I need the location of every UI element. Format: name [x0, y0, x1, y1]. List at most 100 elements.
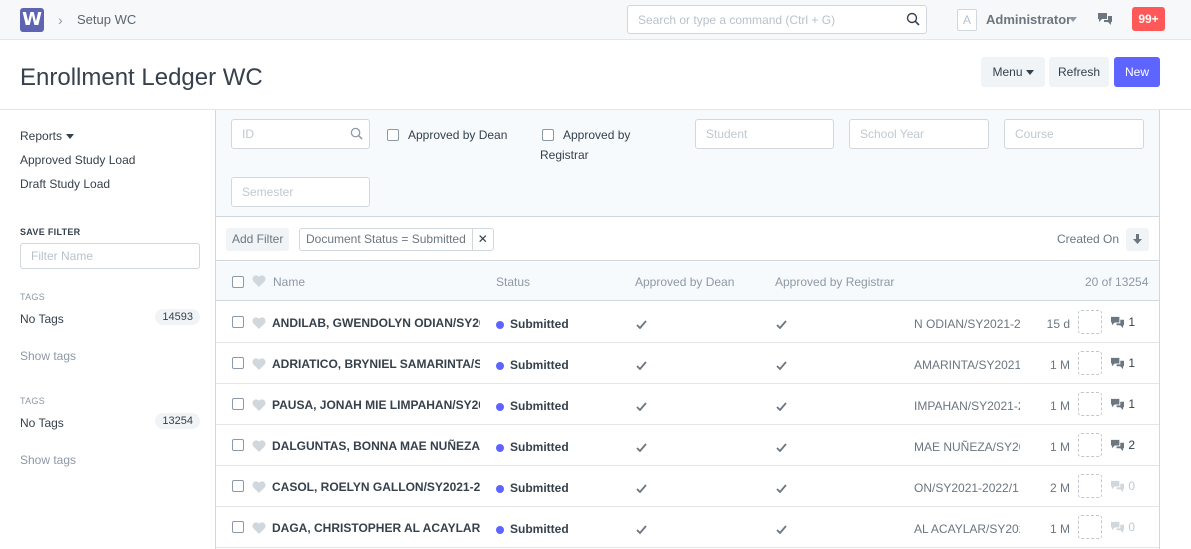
- row-name[interactable]: CASOL, ROELYN GALLON/SY2021-2022/1: [272, 480, 480, 494]
- column-header-name[interactable]: Name: [273, 275, 305, 289]
- status-badge: Submitted: [496, 522, 569, 536]
- show-tags-link[interactable]: Show tags: [20, 453, 76, 467]
- comment-icon: [1111, 481, 1124, 493]
- check-icon: [636, 441, 647, 455]
- heart-icon[interactable]: [252, 358, 266, 373]
- caret-down-icon: [66, 134, 75, 140]
- status-dot-icon: [496, 402, 504, 411]
- approved-dean-checkbox[interactable]: [387, 129, 399, 141]
- approved-registrar-checkbox[interactable]: [542, 129, 554, 141]
- show-tags-link[interactable]: Show tags: [20, 349, 76, 363]
- reports-dropdown[interactable]: Reports: [20, 129, 75, 143]
- comment-count-value: 1: [1128, 315, 1136, 329]
- check-icon: [776, 482, 787, 496]
- tag-count: 14593: [155, 309, 200, 325]
- check-icon: [636, 523, 647, 537]
- caret-down-icon: [1025, 70, 1034, 76]
- select-all-checkbox[interactable]: [232, 276, 244, 288]
- app-logo[interactable]: W: [20, 8, 44, 32]
- row-title: IMPAHAN/SY2021-2022/1: [914, 399, 1020, 413]
- menu-button[interactable]: Menu: [981, 57, 1045, 87]
- comment-count[interactable]: 0: [1110, 479, 1135, 493]
- close-icon[interactable]: ✕: [473, 229, 493, 250]
- table-row[interactable]: DAGA, CHRISTOPHER AL ACAYLAR/SY2021-2022…: [216, 507, 1159, 548]
- row-name[interactable]: ANDILAB, GWENDOLYN ODIAN/SY2021-2022/1: [272, 316, 480, 330]
- column-header-approved-dean[interactable]: Approved by Dean: [635, 275, 734, 289]
- column-header-approved-registrar[interactable]: Approved by Registrar: [775, 275, 894, 289]
- row-checkbox[interactable]: [232, 357, 244, 369]
- check-icon: [776, 523, 787, 537]
- column-header-status[interactable]: Status: [496, 275, 530, 289]
- assigned-avatar: [1078, 310, 1102, 334]
- tag-name: No Tags: [20, 416, 64, 430]
- tag-row[interactable]: No Tags 13254: [20, 413, 200, 430]
- user-menu[interactable]: Administrator: [986, 12, 1071, 27]
- breadcrumb[interactable]: Setup WC: [77, 12, 136, 27]
- arrow-down-icon: [1133, 234, 1142, 244]
- heart-icon[interactable]: [252, 440, 266, 455]
- comment-count[interactable]: 1: [1110, 356, 1135, 370]
- tags-label: TAGS: [20, 396, 46, 406]
- check-icon: [636, 482, 647, 496]
- refresh-button[interactable]: Refresh: [1049, 57, 1109, 87]
- heart-icon[interactable]: [252, 399, 266, 414]
- course-filter-input[interactable]: [1004, 119, 1144, 149]
- check-icon: [776, 359, 787, 373]
- heart-icon[interactable]: [252, 522, 266, 537]
- approved-registrar-label-cont: Registrar: [540, 148, 589, 162]
- tag-name: No Tags: [20, 312, 64, 326]
- comment-count[interactable]: 1: [1110, 397, 1135, 411]
- check-icon: [776, 441, 787, 455]
- comment-icon: [1111, 358, 1124, 370]
- status-text: Submitted: [510, 399, 569, 413]
- add-filter-button[interactable]: Add Filter: [226, 228, 290, 251]
- sort-by-label[interactable]: Created On: [1057, 232, 1119, 246]
- search-input[interactable]: [628, 6, 898, 33]
- filter-name-input[interactable]: [20, 243, 200, 269]
- sidebar-link-approved-study-load[interactable]: Approved Study Load: [20, 153, 135, 167]
- comment-count[interactable]: 0: [1110, 520, 1135, 534]
- filter-chip-label[interactable]: Document Status = Submitted: [300, 229, 473, 250]
- row-checkbox[interactable]: [232, 521, 244, 533]
- search-icon[interactable]: [906, 12, 920, 31]
- comment-count[interactable]: 1: [1110, 315, 1135, 329]
- modified-time: 1 M: [1049, 399, 1070, 413]
- row-checkbox[interactable]: [232, 316, 244, 328]
- row-name[interactable]: PAUSA, JONAH MIE LIMPAHAN/SY2021-2022/1: [272, 398, 480, 412]
- notifications-badge[interactable]: 99+: [1132, 7, 1165, 31]
- table-row[interactable]: ADRIATICO, BRYNIEL SAMARINTA/SY2021-2022…: [216, 343, 1159, 384]
- table-row[interactable]: PAUSA, JONAH MIE LIMPAHAN/SY2021-2022/1 S…: [216, 384, 1159, 425]
- comment-icon: [1111, 440, 1124, 452]
- table-row[interactable]: ANDILAB, GWENDOLYN ODIAN/SY2021-2022/1 Su…: [216, 302, 1159, 343]
- list-header: Name Status Approved by Dean Approved by…: [216, 262, 1159, 301]
- comment-count[interactable]: 2: [1110, 438, 1135, 452]
- sidebar-link-draft-study-load[interactable]: Draft Study Load: [20, 177, 110, 191]
- modified-time: 1 M: [1049, 358, 1070, 372]
- comment-count-value: 2: [1128, 438, 1136, 452]
- table-row[interactable]: CASOL, ROELYN GALLON/SY2021-2022/1 Submit…: [216, 466, 1159, 507]
- row-name[interactable]: DALGUNTAS, BONNA MAE NUÑEZA/SY2021-2022/…: [272, 439, 480, 453]
- row-checkbox[interactable]: [232, 439, 244, 451]
- row-name[interactable]: ADRIATICO, BRYNIEL SAMARINTA/SY2021-2022…: [272, 357, 480, 371]
- row-checkbox[interactable]: [232, 398, 244, 410]
- sort-order-button[interactable]: [1126, 228, 1149, 251]
- chat-icon[interactable]: [1097, 12, 1113, 31]
- new-button[interactable]: New: [1114, 57, 1160, 87]
- modified-time: 2 M: [1049, 481, 1070, 495]
- status-badge: Submitted: [496, 481, 569, 495]
- heart-icon[interactable]: [252, 317, 266, 332]
- avatar[interactable]: A: [957, 9, 977, 31]
- row-checkbox[interactable]: [232, 480, 244, 492]
- heart-icon[interactable]: [252, 275, 266, 290]
- student-filter-input[interactable]: [695, 119, 834, 149]
- semester-filter-input[interactable]: [231, 177, 370, 207]
- row-title: MAE NUÑEZA/SY2021-2022/1: [914, 440, 1020, 454]
- tag-row[interactable]: No Tags 14593: [20, 309, 200, 326]
- search-icon: [350, 127, 363, 145]
- caret-down-icon[interactable]: [1069, 17, 1077, 22]
- row-name[interactable]: DAGA, CHRISTOPHER AL ACAYLAR/SY2021-2022…: [272, 521, 480, 535]
- table-row[interactable]: DALGUNTAS, BONNA MAE NUÑEZA/SY2021-2022/…: [216, 425, 1159, 466]
- school-year-filter-input[interactable]: [849, 119, 989, 149]
- heart-icon[interactable]: [252, 481, 266, 496]
- status-badge: Submitted: [496, 317, 569, 331]
